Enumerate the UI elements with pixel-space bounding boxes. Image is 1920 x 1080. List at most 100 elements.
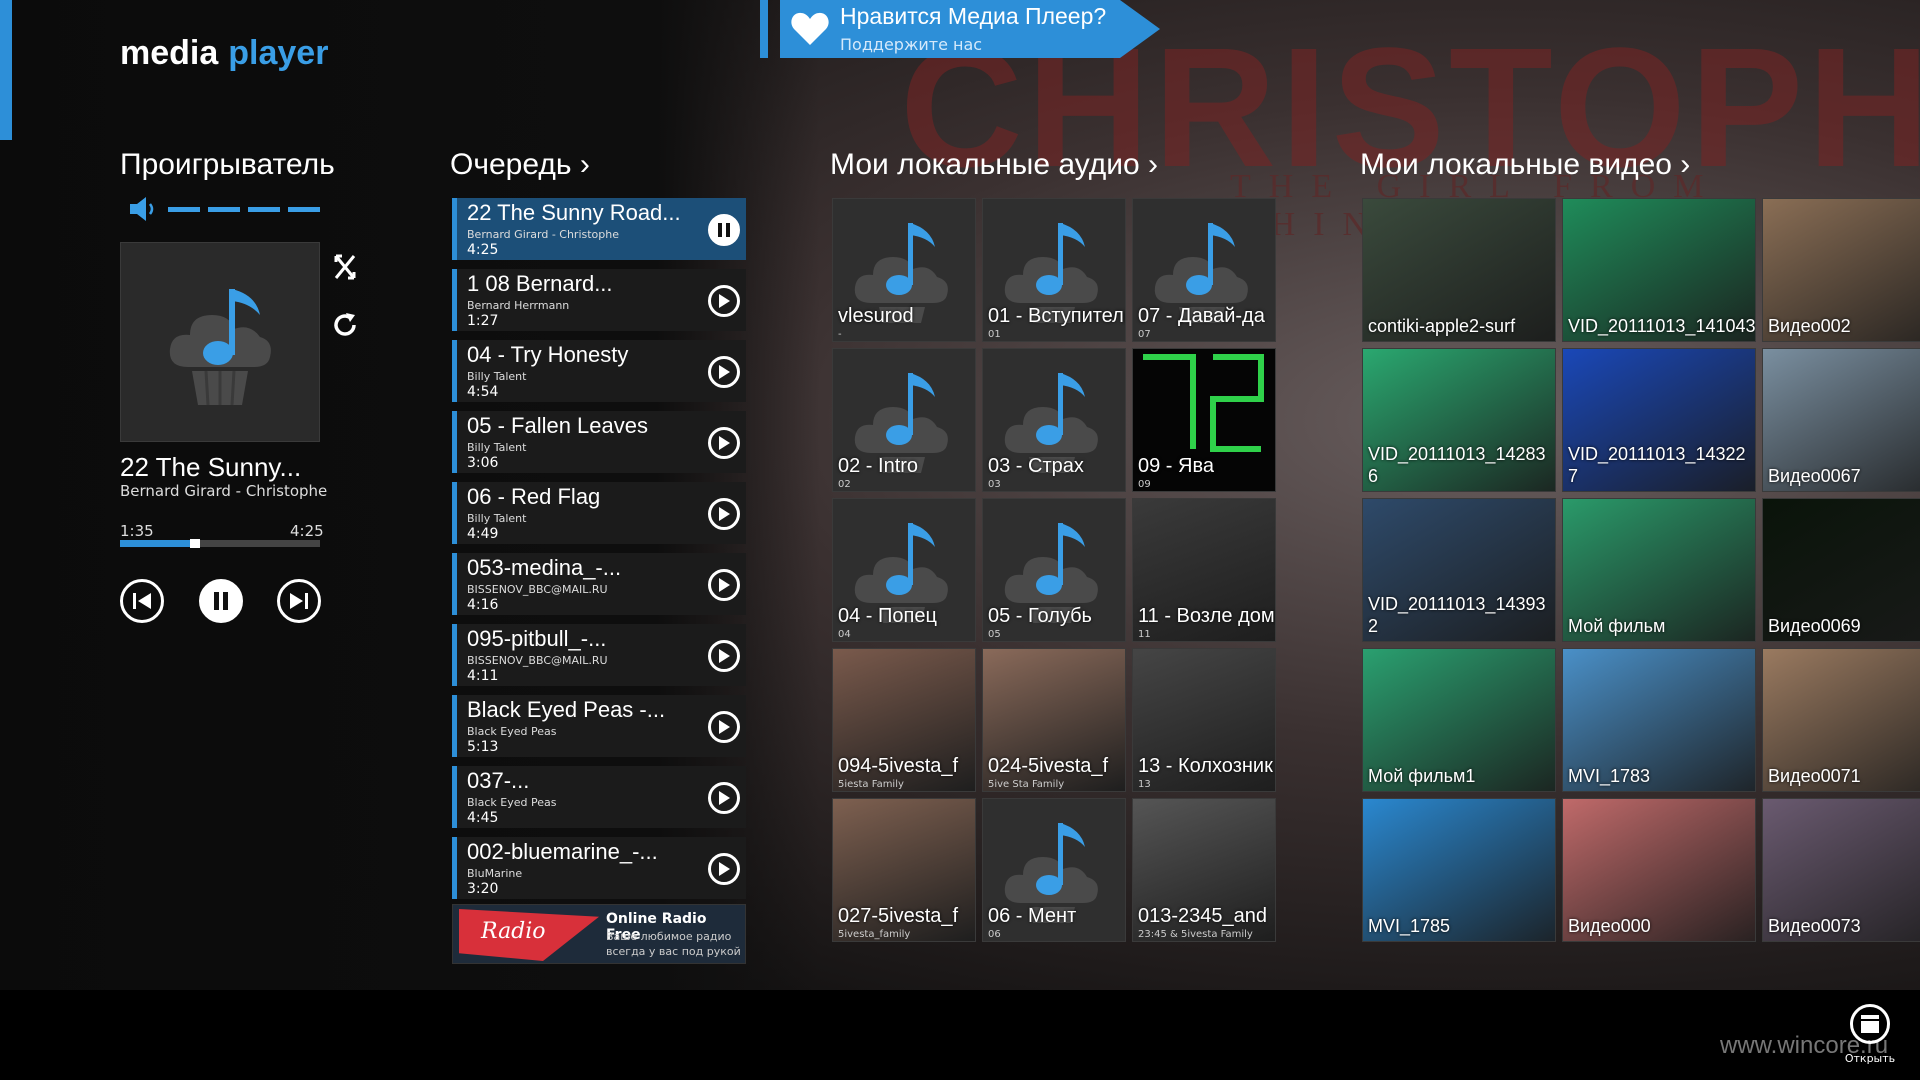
queue-play-button[interactable]	[708, 711, 740, 743]
audio-tile-title: 13 - Колхозник	[1138, 755, 1273, 777]
queue-item-duration: 5:13	[467, 739, 499, 755]
queue-item[interactable]: 053-medina_-... BISSENOV_BBC@MAIL.RU 4:16	[452, 553, 746, 615]
queue-play-button[interactable]	[708, 782, 740, 814]
queue-item[interactable]: 1 08 Bernard... Bernard Herrmann 1:27	[452, 269, 746, 331]
queue-play-button[interactable]	[708, 498, 740, 530]
audio-tile-subtitle: 06	[988, 929, 1001, 940]
video-tile[interactable]: Мой фильм1	[1362, 648, 1556, 792]
audio-tile[interactable]: 13 - Колхозник 13	[1132, 648, 1276, 792]
queue-item[interactable]: Black Eyed Peas -... Black Eyed Peas 5:13	[452, 695, 746, 757]
video-tile[interactable]: Видео0073	[1762, 798, 1920, 942]
video-section-title[interactable]: Мои локальные видео ›	[1360, 148, 1690, 182]
audio-tile[interactable]: 04 - Попец 04	[832, 498, 976, 642]
queue-play-button[interactable]	[708, 285, 740, 317]
banner-accent	[760, 0, 768, 58]
video-tile[interactable]: Видео0069	[1762, 498, 1920, 642]
digital-clock-icon	[1143, 354, 1264, 452]
volume-control[interactable]	[128, 196, 320, 222]
audio-tile-title: 01 - Вступитель	[988, 305, 1126, 327]
video-tile-title: contiki-apple2-surf	[1368, 316, 1516, 336]
video-tile[interactable]: contiki-apple2-surf	[1362, 198, 1556, 342]
audio-tile[interactable]: 05 - Голубь 05	[982, 498, 1126, 642]
previous-button[interactable]	[120, 579, 164, 623]
audio-tile[interactable]: 013-2345_and 23:45 & 5ivesta Family	[1132, 798, 1276, 942]
audio-tile[interactable]: 02 - Intro 02	[832, 348, 976, 492]
queue-item-title: 05 - Fallen Leaves	[467, 413, 648, 438]
rate-app-banner[interactable]: Нравится Медиа Плеер? Поддержите нас	[780, 0, 1160, 58]
video-tile[interactable]: VID_20111013_14393 2	[1362, 498, 1556, 642]
pause-button[interactable]	[199, 579, 243, 623]
play-icon	[719, 720, 730, 734]
queue-item[interactable]: 002-bluemarine_-... BluMarine 3:20	[452, 837, 746, 899]
queue-item[interactable]: 037-... Black Eyed Peas 4:45	[452, 766, 746, 828]
video-tile[interactable]: Мой фильм	[1562, 498, 1756, 642]
volume-level-3[interactable]	[248, 206, 280, 212]
play-icon	[719, 578, 730, 592]
queue-item[interactable]: 095-pitbull_-... BISSENOV_BBC@MAIL.RU 4:11	[452, 624, 746, 686]
queue-item[interactable]: 04 - Try Honesty Billy Talent 4:54	[452, 340, 746, 402]
next-button[interactable]	[277, 579, 321, 623]
audio-tile[interactable]: vlesurod -	[832, 198, 976, 342]
queue-item-title: Black Eyed Peas -...	[467, 697, 666, 722]
video-tile[interactable]: MVI_1783	[1562, 648, 1756, 792]
open-button[interactable]	[1850, 1004, 1890, 1044]
queue-item-duration: 4:49	[467, 526, 499, 542]
queue-play-button[interactable]	[708, 569, 740, 601]
video-tile[interactable]: VID_20111013_141043	[1562, 198, 1756, 342]
video-tile-title: MVI_1783	[1568, 766, 1651, 786]
video-tile[interactable]: VID_20111013_14283 6	[1362, 348, 1556, 492]
video-tile[interactable]: Видео0067	[1762, 348, 1920, 492]
queue-play-button[interactable]	[708, 853, 740, 885]
shuffle-icon[interactable]	[330, 252, 360, 282]
queue-item-artist: Bernard Herrmann	[467, 299, 570, 312]
audio-tile[interactable]: 024-5ivesta_f 5ive Sta Family	[982, 648, 1126, 792]
queue-play-button[interactable]	[708, 640, 740, 672]
video-tile[interactable]: Видео002	[1762, 198, 1920, 342]
now-playing-title: 22 The Sunny...	[120, 452, 302, 482]
audio-tile-title: 11 - Возле дома	[1138, 605, 1276, 627]
audio-tile[interactable]: 094-5ivesta_f 5iesta Family	[832, 648, 976, 792]
audio-tile-subtitle: -	[838, 329, 842, 340]
banner-title: Нравится Медиа Плеер?	[840, 3, 1107, 29]
speaker-icon[interactable]	[128, 196, 160, 222]
queue-item-artist: BISSENOV_BBC@MAIL.RU	[467, 583, 608, 596]
next-icon	[290, 593, 308, 609]
queue-play-button[interactable]	[708, 427, 740, 459]
radio-ad[interactable]: Radio Online Radio Free Ваше любимое рад…	[452, 904, 746, 964]
video-tile-title: Мой фильм	[1568, 616, 1666, 636]
video-tile[interactable]: MVI_1785	[1362, 798, 1556, 942]
queue-item-title: 04 - Try Honesty	[467, 342, 629, 367]
queue-pause-button[interactable]	[708, 214, 740, 246]
video-tile-title: Видео002	[1768, 316, 1851, 336]
app-logo: media player	[120, 34, 328, 73]
queue-item[interactable]: 05 - Fallen Leaves Billy Talent 3:06	[452, 411, 746, 473]
total-time: 4:25	[290, 522, 324, 540]
audio-tile[interactable]: 07 - Давай-да 07	[1132, 198, 1276, 342]
queue-item[interactable]: 22 The Sunny Road... Bernard Girard - Chr…	[452, 198, 746, 260]
audio-tile[interactable]: 01 - Вступитель 01	[982, 198, 1126, 342]
audio-section-title[interactable]: Мои локальные аудио ›	[830, 148, 1158, 182]
queue-item-artist: Billy Talent	[467, 441, 527, 454]
audio-tile[interactable]: 06 - Мент 06	[982, 798, 1126, 942]
video-tile[interactable]: Видео000	[1562, 798, 1756, 942]
audio-tile[interactable]: 03 - Страх 03	[982, 348, 1126, 492]
queue-section-title[interactable]: Очередь ›	[450, 148, 590, 182]
video-tile-title: VID_20111013_14393 2	[1368, 594, 1546, 636]
progress-fill	[120, 540, 192, 547]
audio-tile[interactable]: 11 - Возле дома 11	[1132, 498, 1276, 642]
queue-item[interactable]: 06 - Red Flag Billy Talent 4:49	[452, 482, 746, 544]
music-cloud-icon	[169, 289, 271, 406]
volume-level-1[interactable]	[168, 206, 200, 212]
volume-level-2[interactable]	[208, 206, 240, 212]
play-icon	[719, 507, 730, 521]
video-tile[interactable]: Видео0071	[1762, 648, 1920, 792]
video-tile[interactable]: VID_20111013_14322 7	[1562, 348, 1756, 492]
queue-play-button[interactable]	[708, 356, 740, 388]
audio-tile[interactable]: 027-5ivesta_f 5ivesta_family	[832, 798, 976, 942]
queue-item-duration: 4:16	[467, 597, 499, 613]
progress-knob[interactable]	[190, 539, 200, 548]
volume-level-4[interactable]	[288, 206, 320, 212]
audio-tile[interactable]: 09 - Ява 09	[1132, 348, 1276, 492]
repeat-icon[interactable]	[330, 310, 360, 340]
progress-bar[interactable]	[120, 539, 320, 548]
